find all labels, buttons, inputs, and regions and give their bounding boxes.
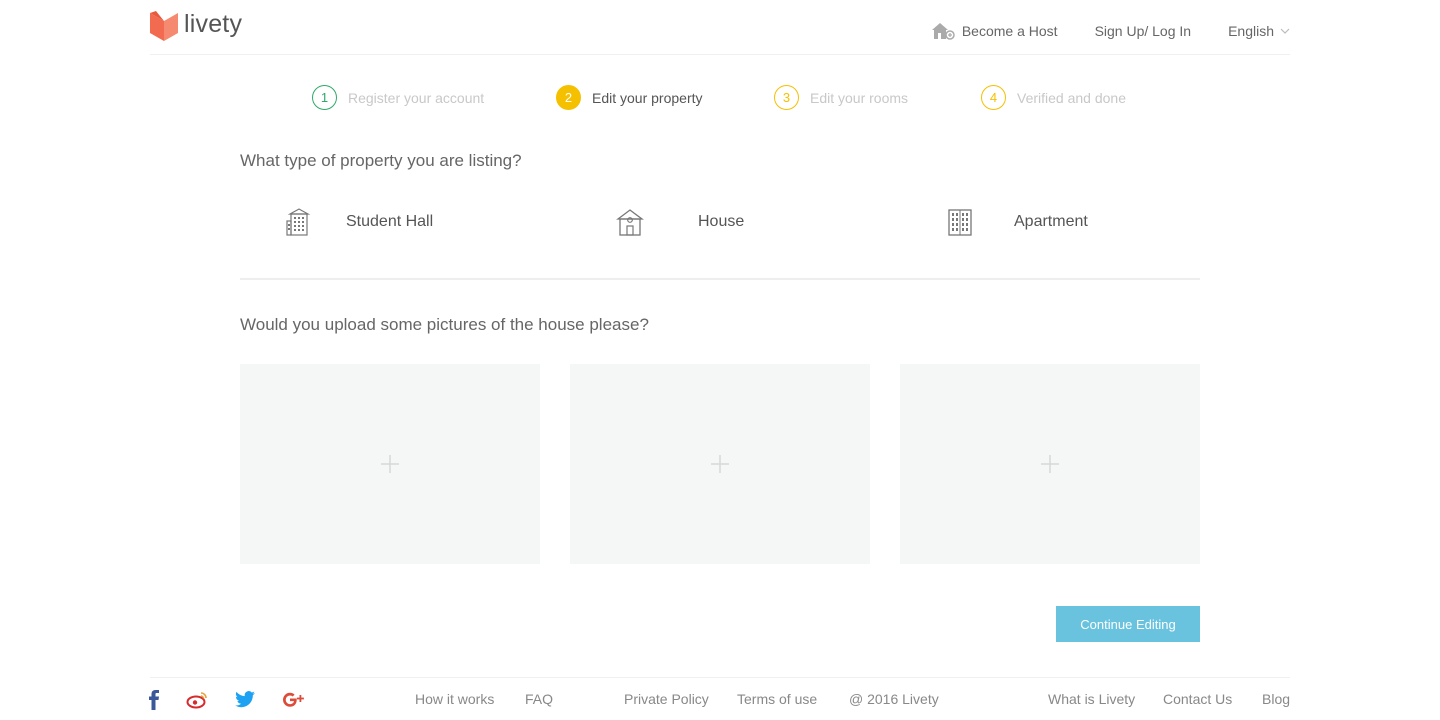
section-divider: [240, 278, 1200, 280]
footer-link-blog[interactable]: Blog: [1262, 691, 1290, 707]
livety-logo-icon: [150, 11, 178, 41]
property-option-label: Apartment: [1014, 213, 1088, 230]
photo-upload-slot[interactable]: [240, 364, 540, 564]
weibo-link[interactable]: [186, 688, 210, 712]
step-label: Verified and done: [1017, 89, 1126, 106]
property-option-label: Student Hall: [346, 213, 434, 230]
property-option-student-hall[interactable]: Student Hall: [286, 207, 433, 237]
weibo-icon: [186, 692, 207, 709]
top-nav: Become a Host Sign Up/ Log In English: [931, 22, 1290, 40]
house-icon: [616, 209, 644, 236]
logo[interactable]: livety: [150, 9, 243, 41]
host-house-icon: [931, 23, 955, 40]
facebook-icon: [149, 690, 159, 710]
photo-upload-slot[interactable]: [570, 364, 870, 564]
step-edit-property: 2 Edit your property: [556, 85, 703, 110]
plus-icon: [1041, 455, 1059, 473]
language-label: English: [1228, 23, 1274, 39]
step-number: 1: [312, 85, 337, 110]
step-number: 4: [981, 85, 1006, 110]
plus-icon: [711, 455, 729, 473]
signup-login-link[interactable]: Sign Up/ Log In: [1095, 23, 1192, 39]
property-type-question: What type of property you are listing?: [240, 151, 522, 170]
step-register: 1 Register your account: [312, 85, 484, 110]
step-number: 2: [556, 85, 581, 110]
facebook-link[interactable]: [146, 688, 162, 712]
twitter-icon: [235, 691, 255, 708]
progress-steps: 1 Register your account 2 Edit your prop…: [0, 85, 1440, 111]
become-host-link[interactable]: Become a Host: [931, 22, 1058, 40]
google-plus-link[interactable]: [282, 688, 306, 712]
property-option-label: House: [698, 213, 745, 230]
apartment-icon: [948, 209, 972, 236]
continue-editing-button[interactable]: Continue Editing: [1056, 606, 1200, 642]
photo-upload-slot[interactable]: [900, 364, 1200, 564]
site-header: livety Become a Host Sign Up/ Log In Eng…: [150, 0, 1290, 55]
plus-icon: [381, 455, 399, 473]
property-option-house[interactable]: House: [616, 207, 744, 237]
footer-link-how-it-works[interactable]: How it works: [415, 691, 494, 707]
step-verified: 4 Verified and done: [981, 85, 1126, 110]
property-option-apartment[interactable]: Apartment: [946, 207, 1088, 237]
footer-link-privacy[interactable]: Private Policy: [624, 691, 709, 707]
step-label: Register your account: [348, 89, 485, 106]
footer-link-what-is-livety[interactable]: What is Livety: [1048, 691, 1135, 707]
footer-copyright: @ 2016 Livety: [849, 691, 939, 707]
step-number: 3: [774, 85, 799, 110]
footer-link-contact[interactable]: Contact Us: [1163, 691, 1232, 707]
student-hall-icon: [286, 208, 311, 236]
chevron-down-icon: [1280, 28, 1290, 34]
twitter-link[interactable]: [234, 688, 256, 712]
become-host-label: Become a Host: [961, 23, 1058, 39]
step-label: Edit your property: [592, 89, 703, 106]
google-plus-icon: [283, 692, 304, 707]
step-label: Edit your rooms: [810, 89, 909, 106]
footer-link-faq[interactable]: FAQ: [525, 691, 553, 707]
language-selector[interactable]: English: [1228, 23, 1290, 39]
step-edit-rooms: 3 Edit your rooms: [774, 85, 908, 110]
footer-link-terms[interactable]: Terms of use: [737, 691, 817, 707]
footer-divider: [150, 677, 1290, 678]
upload-question: Would you upload some pictures of the ho…: [240, 315, 649, 334]
brand-name: livety: [184, 9, 243, 38]
